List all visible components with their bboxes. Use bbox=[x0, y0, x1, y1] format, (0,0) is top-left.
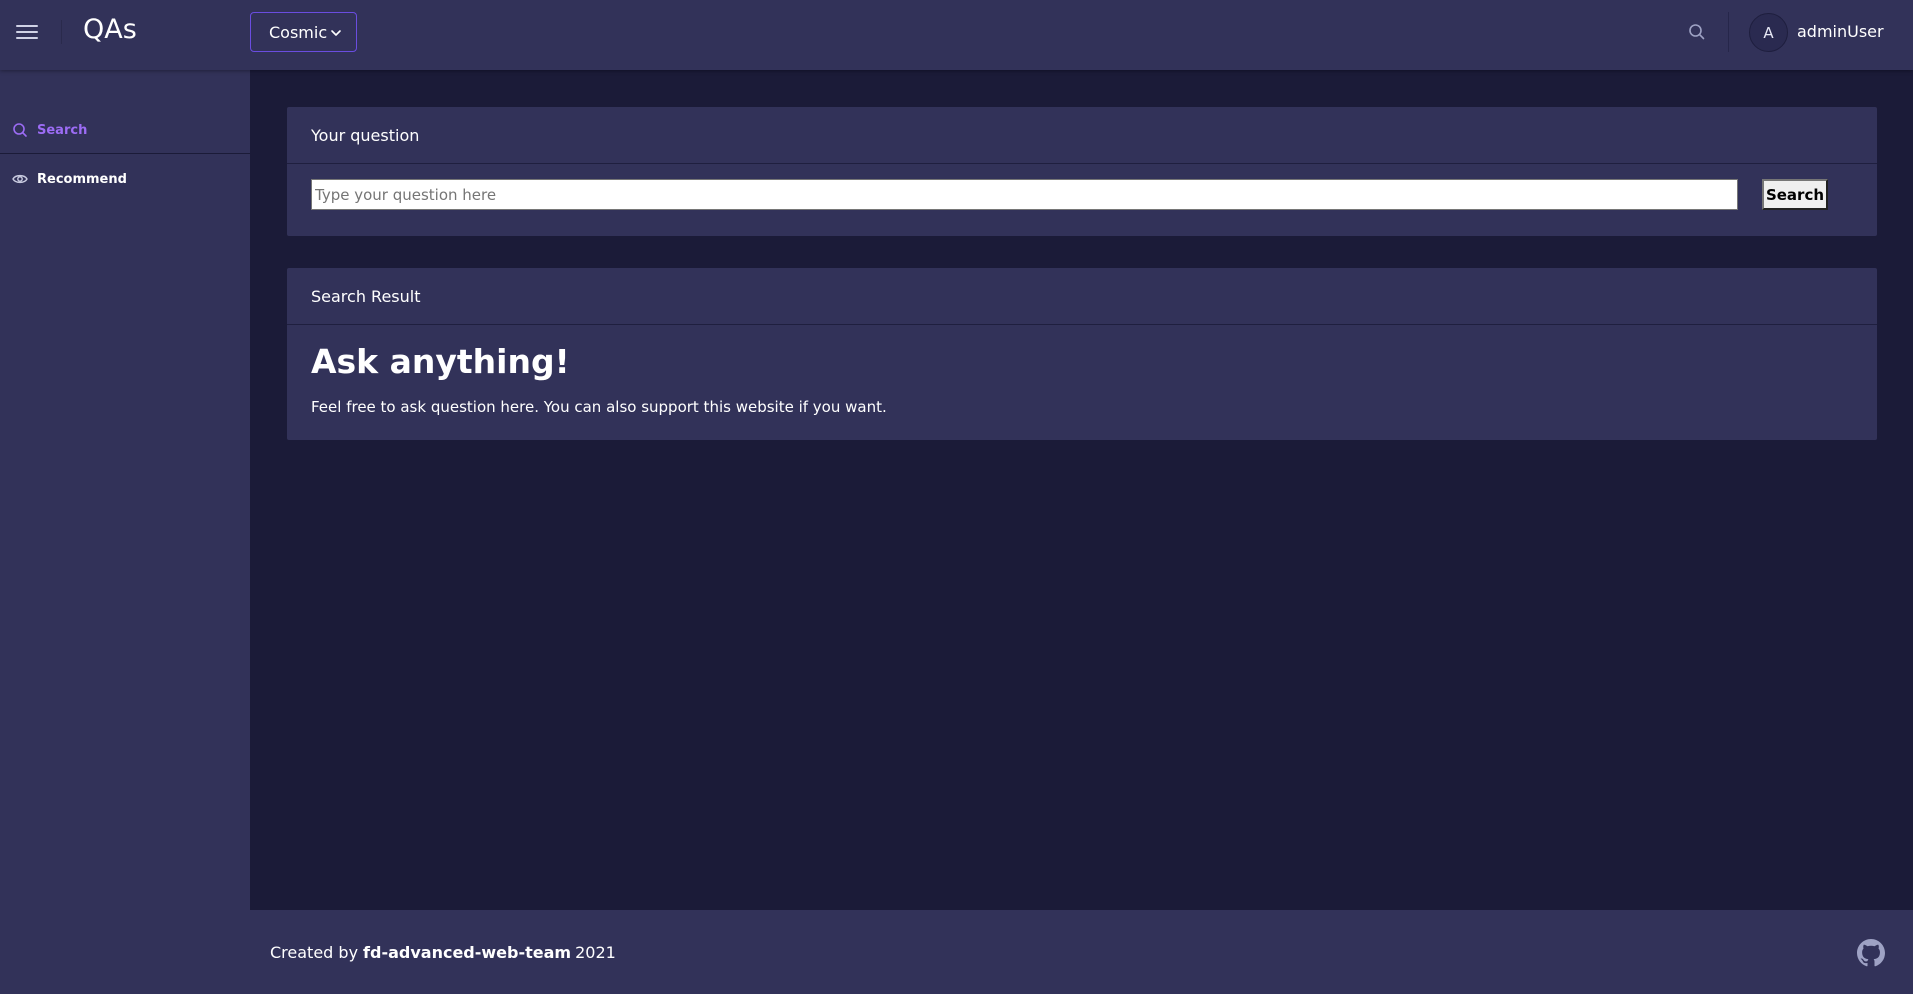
question-card: Your question Search bbox=[287, 107, 1877, 236]
search-button[interactable]: Search bbox=[1762, 179, 1828, 210]
app-brand[interactable]: QAs bbox=[83, 14, 137, 45]
sidebar-item-label: Search bbox=[37, 122, 88, 138]
avatar-initial: A bbox=[1763, 23, 1774, 42]
github-icon[interactable] bbox=[1857, 939, 1885, 967]
top-header: QAs Cosmic A adminUser bbox=[0, 0, 1913, 70]
theme-select-value: Cosmic bbox=[269, 22, 328, 42]
card-title: Your question bbox=[287, 107, 1877, 164]
footer-team-link[interactable]: fd-advanced-web-team bbox=[363, 943, 571, 962]
footer-year: 2021 bbox=[575, 942, 616, 962]
header-divider bbox=[61, 20, 62, 44]
footer: Created by fd-advanced-web-team 2021 bbox=[250, 910, 1913, 994]
theme-select[interactable]: Cosmic bbox=[250, 12, 357, 52]
user-avatar[interactable]: A bbox=[1749, 13, 1788, 52]
header-divider bbox=[1728, 12, 1729, 52]
footer-prefix: Created by bbox=[270, 942, 359, 962]
result-heading: Ask anything! bbox=[311, 342, 570, 381]
card-title: Search Result bbox=[287, 268, 1877, 325]
question-input[interactable] bbox=[311, 179, 1738, 210]
search-icon[interactable] bbox=[1687, 22, 1707, 42]
user-name[interactable]: adminUser bbox=[1797, 22, 1884, 41]
result-card: Search Result Ask anything! Feel free to… bbox=[287, 268, 1877, 440]
sidebar-item-search[interactable]: Search bbox=[0, 106, 250, 154]
menu-toggle-icon[interactable] bbox=[16, 22, 40, 42]
sidebar-divider bbox=[0, 153, 250, 154]
result-text: Feel free to ask question here. You can … bbox=[311, 398, 887, 416]
chevron-down-icon bbox=[331, 30, 341, 36]
sidebar-item-recommend[interactable]: Recommend bbox=[0, 155, 250, 203]
sidebar-item-label: Recommend bbox=[37, 171, 127, 187]
sidebar: Search Recommend bbox=[0, 70, 250, 994]
search-icon bbox=[13, 123, 27, 137]
eye-icon bbox=[12, 174, 28, 184]
